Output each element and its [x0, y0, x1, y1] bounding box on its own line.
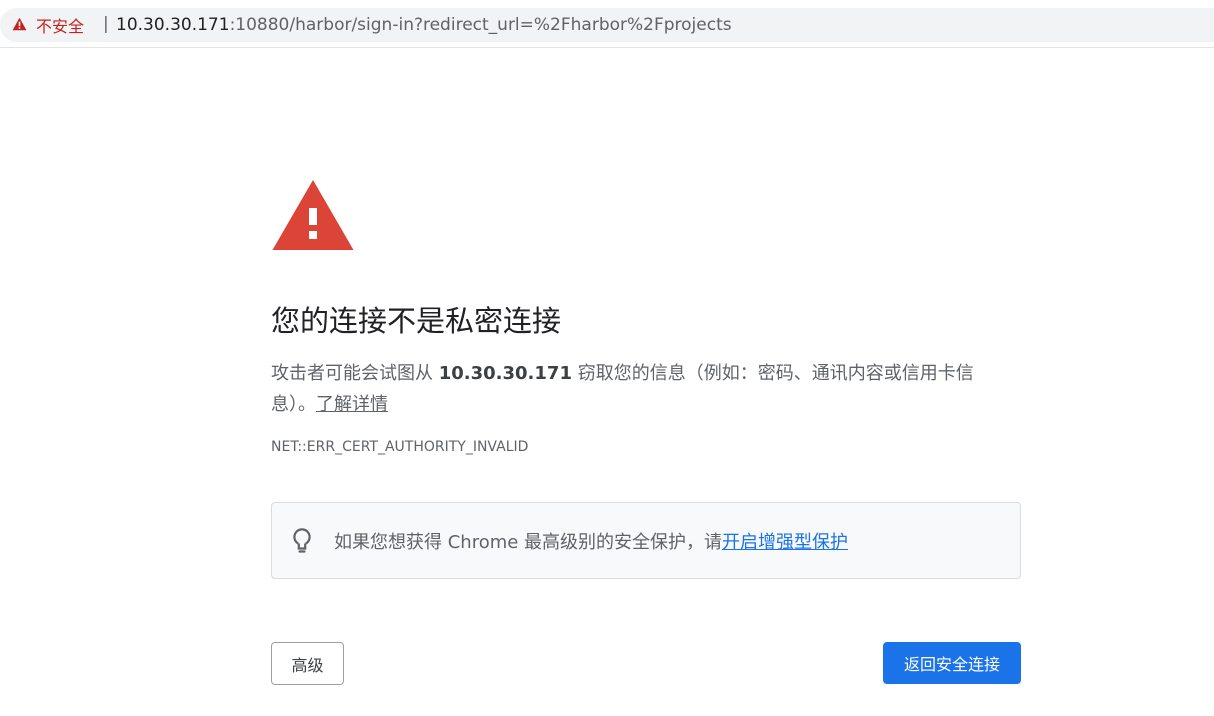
warning-triangle-icon: [271, 178, 355, 256]
enhanced-protection-message: 如果您想获得 Chrome 最高级别的安全保护，请: [334, 531, 723, 553]
url-host: 10.30.30.171: [116, 15, 230, 35]
page-title: 您的连接不是私密连接: [271, 304, 562, 338]
warning-description: 攻击者可能会试图从 10.30.30.171 窃取您的信息（例如：密码、通讯内容…: [271, 358, 991, 420]
security-indicator[interactable]: 不安全: [12, 8, 84, 42]
browser-toolbar: 不安全 | 10.30.30.171:10880/harbor/sign-in?…: [0, 0, 1214, 48]
enhanced-protection-banner: 如果您想获得 Chrome 最高级别的安全保护，请 开启增强型保护: [271, 502, 1021, 579]
lightbulb-icon: [292, 528, 312, 558]
back-to-safety-button[interactable]: 返回安全连接: [883, 642, 1021, 684]
security-label: 不安全: [36, 17, 85, 36]
warning-triangle-icon: [12, 16, 27, 35]
error-code: NET::ERR_CERT_AUTHORITY_INVALID: [271, 439, 529, 455]
learn-more-link[interactable]: 了解详情: [316, 394, 388, 415]
omnibox-separator: |: [103, 14, 109, 34]
enhanced-protection-text: 如果您想获得 Chrome 最高级别的安全保护，请 开启增强型保护: [334, 503, 848, 578]
url-path: :10880/harbor/sign-in?redirect_url=%2Fha…: [229, 15, 732, 35]
url-text[interactable]: 10.30.30.171:10880/harbor/sign-in?redire…: [116, 8, 732, 42]
omnibox[interactable]: 不安全 | 10.30.30.171:10880/harbor/sign-in?…: [0, 8, 1214, 42]
advanced-button[interactable]: 高级: [271, 642, 344, 685]
enable-enhanced-protection-link[interactable]: 开启增强型保护: [722, 528, 848, 554]
description-host: 10.30.30.171: [438, 363, 572, 384]
description-text: 攻击者可能会试图从: [271, 363, 439, 384]
